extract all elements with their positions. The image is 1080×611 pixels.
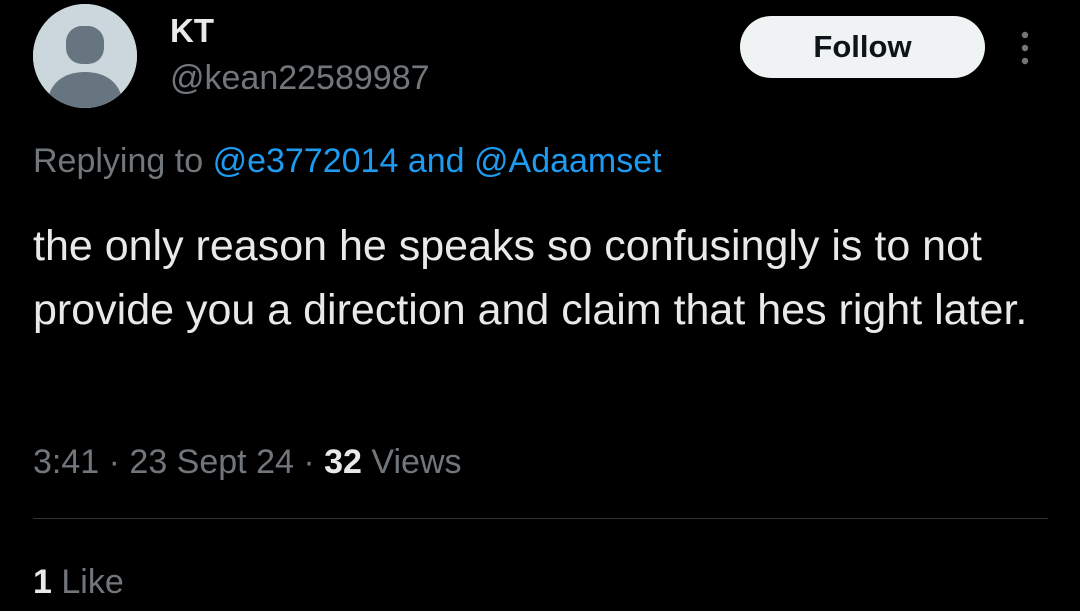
author-handle[interactable]: @kean22589987: [170, 58, 430, 98]
meta-separator: ·: [108, 443, 120, 481]
default-profile-icon: [33, 4, 137, 108]
more-vertical-icon[interactable]: [1010, 28, 1040, 68]
replying-to-label: Replying to: [33, 142, 204, 180]
likes-label: Like: [61, 563, 124, 601]
divider: [33, 518, 1048, 519]
views-label: Views: [371, 443, 462, 481]
follow-button[interactable]: Follow: [740, 16, 985, 78]
tweet: KT @kean22589987 Follow Replying to @e37…: [0, 0, 1080, 611]
tweet-text: the only reason he speaks so confusingly…: [33, 222, 1028, 334]
likes-count: 1: [33, 563, 52, 601]
avatar[interactable]: [33, 4, 137, 108]
mention-link-1[interactable]: @e3772014: [213, 142, 399, 180]
mention-link-2[interactable]: @Adaamset: [474, 142, 662, 180]
views-count: 32: [324, 443, 362, 481]
likes-stat[interactable]: 1 Like: [33, 560, 124, 604]
tweet-meta: 3:41 · 23 Sept 24 · 32 Views: [33, 440, 462, 484]
mention-joiner: and: [407, 142, 465, 180]
author-name[interactable]: KT: [170, 12, 214, 50]
meta-separator: ·: [303, 443, 315, 481]
tweet-time[interactable]: 3:41: [33, 443, 99, 481]
replying-to: Replying to @e3772014 and @Adaamset: [33, 140, 662, 182]
tweet-date[interactable]: 23 Sept 24: [129, 443, 293, 481]
